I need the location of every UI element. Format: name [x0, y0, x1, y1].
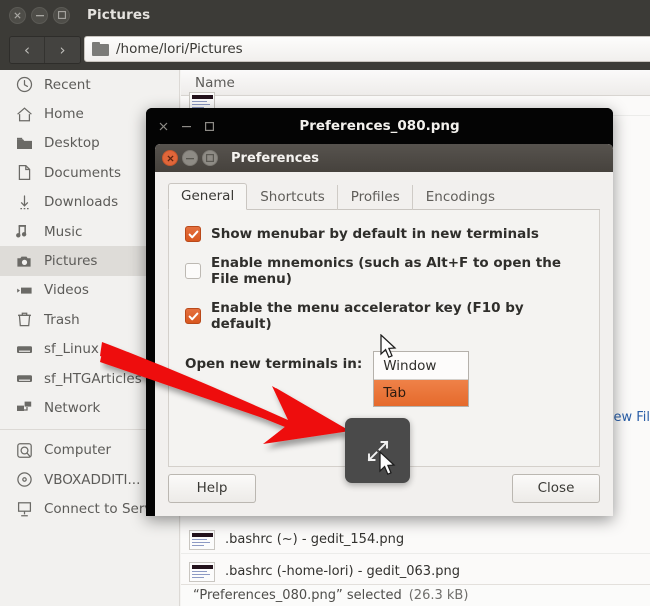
- preferences-tabstrip: General Shortcuts Profiles Encodings: [168, 183, 600, 210]
- sidebar-item-label: Recent: [44, 76, 91, 93]
- open-new-terminals-combobox[interactable]: Window Tab: [373, 351, 470, 407]
- video-camera-icon: [14, 281, 34, 299]
- checkbox-row[interactable]: Enable the menu accelerator key (F10 by …: [185, 300, 583, 332]
- path-bar[interactable]: /home/lori/Pictures: [84, 36, 650, 62]
- close-icon[interactable]: [162, 150, 178, 166]
- screenshot-window-titlebar: Preferences_080.png: [146, 108, 613, 144]
- open-new-terminals-row: Open new terminals in: Window Tab: [185, 351, 583, 407]
- document-icon: [14, 164, 34, 182]
- combo-option-window[interactable]: Window: [374, 352, 468, 379]
- screenshot-window-title: Preferences_080.png: [299, 118, 460, 134]
- status-size: (26.3 kB): [408, 588, 469, 603]
- tab-general[interactable]: General: [168, 183, 248, 210]
- maximize-icon[interactable]: [202, 150, 218, 166]
- status-selection: “Preferences_080.png” selected: [193, 588, 402, 603]
- sidebar-item-label: Computer: [44, 442, 112, 459]
- fullscreen-toggle-button[interactable]: [345, 418, 410, 483]
- hard-disk-icon: [14, 441, 34, 459]
- status-bar: “Preferences_080.png” selected (26.3 kB): [181, 584, 650, 606]
- file-name: .bashrc (~) - gedit_154.png: [225, 532, 405, 547]
- sidebar-item-label: sf_HTGArticles: [44, 370, 142, 387]
- tab-encodings[interactable]: Encodings: [413, 185, 507, 210]
- preferences-title: Preferences: [231, 150, 319, 166]
- preferences-window-controls: [162, 150, 218, 166]
- minimize-icon[interactable]: [182, 150, 198, 166]
- checkbox-checked-icon[interactable]: [185, 308, 201, 324]
- checkbox-unchecked-icon[interactable]: [185, 263, 201, 279]
- drive-icon: [14, 370, 34, 388]
- navigation-buttons: ‹ ›: [9, 36, 81, 64]
- drive-icon: [14, 340, 34, 358]
- table-row[interactable]: .bashrc (-home-lori) - gedit_063.png: [181, 558, 650, 586]
- sidebar-item-label: Music: [44, 223, 83, 240]
- checkbox-label: Enable the menu accelerator key (F10 by …: [211, 300, 524, 332]
- checkbox-label: Show menubar by default in new terminals: [211, 226, 539, 242]
- home-icon: [14, 105, 34, 123]
- tab-profiles[interactable]: Profiles: [338, 185, 413, 210]
- checkbox-checked-icon[interactable]: [185, 226, 201, 242]
- sidebar-item-label: Pictures: [44, 253, 98, 270]
- sidebar-item-label: Network: [44, 399, 101, 416]
- sidebar-item-label: Home: [44, 106, 84, 123]
- table-row[interactable]: .bashrc (~) - gedit_154.png: [181, 526, 650, 554]
- image-thumbnail-icon: [189, 529, 215, 550]
- server-connect-icon: [14, 500, 34, 518]
- checkbox-label: Enable mnemonics (such as Alt+F to open …: [211, 255, 562, 287]
- sidebar-item-label: VBOXADDITI...: [44, 471, 141, 488]
- back-button[interactable]: ‹: [10, 37, 45, 63]
- sidebar-item-recent[interactable]: Recent: [0, 70, 179, 99]
- tab-shortcuts[interactable]: Shortcuts: [247, 185, 338, 210]
- download-arrow-icon: [14, 193, 34, 211]
- path-text: /home/lori/Pictures: [116, 41, 243, 57]
- maximize-icon[interactable]: [53, 6, 70, 24]
- window-controls: [9, 6, 70, 24]
- window-titlebar: Pictures: [0, 0, 650, 30]
- checkbox-row[interactable]: Enable mnemonics (such as Alt+F to open …: [185, 255, 583, 287]
- checkbox-row[interactable]: Show menubar by default in new terminals: [185, 226, 583, 242]
- sidebar-item-label: Trash: [44, 311, 80, 328]
- forward-button[interactable]: ›: [45, 37, 80, 63]
- combo-option-tab[interactable]: Tab: [374, 379, 469, 406]
- preferences-titlebar: Preferences: [155, 144, 613, 172]
- open-new-terminals-label: Open new terminals in:: [185, 356, 363, 372]
- optical-disc-icon: [14, 471, 34, 489]
- sidebar-item-label: sf_Linux: [44, 341, 99, 358]
- folder-icon: [92, 42, 109, 56]
- file-name: .bashrc (-home-lori) - gedit_063.png: [225, 564, 460, 579]
- trash-icon: [14, 311, 34, 329]
- close-icon[interactable]: [9, 6, 26, 24]
- help-button[interactable]: Help: [168, 473, 256, 503]
- clock-icon: [14, 76, 34, 94]
- network-icon: [14, 399, 34, 417]
- folder-icon: [14, 134, 34, 152]
- screen-root: Pictures ‹ › /home/lori/Pictures Recent H…: [0, 0, 650, 606]
- sidebar-item-label: Downloads: [44, 194, 119, 211]
- sidebar-item-label: Desktop: [44, 135, 100, 152]
- image-thumbnail-icon: [189, 561, 215, 582]
- music-note-icon: [14, 223, 34, 241]
- close-button[interactable]: Close: [512, 473, 600, 503]
- window-toolbar: ‹ › /home/lori/Pictures: [0, 30, 650, 70]
- window-title: Pictures: [87, 7, 151, 23]
- camera-icon: [14, 252, 34, 270]
- sidebar-item-label: Videos: [44, 282, 89, 299]
- new-file-text-fragment: ew Fil: [613, 410, 650, 425]
- sidebar-item-label: Documents: [44, 164, 121, 181]
- minimize-icon[interactable]: [31, 6, 48, 24]
- expand-arrows-icon: [367, 440, 388, 461]
